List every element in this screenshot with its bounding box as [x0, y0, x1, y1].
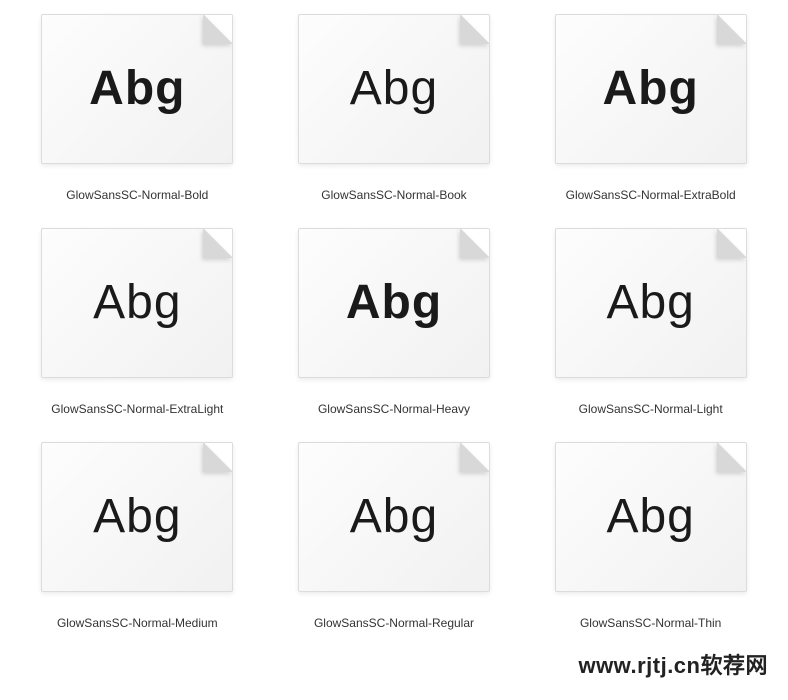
font-preview-text: Abg	[606, 493, 694, 541]
font-label: GlowSansSC-Normal-Regular	[314, 616, 474, 644]
font-item[interactable]: Abg GlowSansSC-Normal-Regular	[291, 442, 498, 644]
font-label: GlowSansSC-Normal-Medium	[57, 616, 218, 644]
font-thumbnail: Abg	[555, 228, 747, 378]
page-fold-icon	[717, 442, 747, 472]
font-label: GlowSansSC-Normal-Light	[579, 402, 723, 430]
font-label: GlowSansSC-Normal-Bold	[66, 188, 208, 216]
font-item[interactable]: Abg GlowSansSC-Normal-ExtraBold	[547, 14, 754, 216]
page-fold-icon	[203, 442, 233, 472]
page-fold-icon	[717, 228, 747, 258]
font-thumbnail: Abg	[41, 442, 233, 592]
font-preview-text: Abg	[350, 493, 438, 541]
font-label: GlowSansSC-Normal-Book	[321, 188, 466, 216]
font-thumbnail: Abg	[298, 442, 490, 592]
font-thumbnail: Abg	[41, 14, 233, 164]
page-fold-icon	[460, 442, 490, 472]
font-preview-text: Abg	[93, 279, 181, 327]
font-thumbnail: Abg	[298, 228, 490, 378]
font-preview-text: Abg	[93, 493, 181, 541]
font-item[interactable]: Abg GlowSansSC-Normal-Bold	[34, 14, 241, 216]
font-label: GlowSansSC-Normal-Heavy	[318, 402, 470, 430]
font-item[interactable]: Abg GlowSansSC-Normal-Light	[547, 228, 754, 430]
font-label: GlowSansSC-Normal-ExtraBold	[566, 188, 736, 216]
page-fold-icon	[203, 228, 233, 258]
font-label: GlowSansSC-Normal-ExtraLight	[51, 402, 223, 430]
page-fold-icon	[460, 14, 490, 44]
font-thumbnail: Abg	[41, 228, 233, 378]
font-thumbnail: Abg	[555, 14, 747, 164]
font-item[interactable]: Abg GlowSansSC-Normal-Heavy	[291, 228, 498, 430]
page-fold-icon	[460, 228, 490, 258]
font-thumbnail-grid: Abg GlowSansSC-Normal-Bold Abg GlowSansS…	[0, 0, 788, 644]
font-preview-text: Abg	[346, 279, 442, 327]
font-item[interactable]: Abg GlowSansSC-Normal-Medium	[34, 442, 241, 644]
font-preview-text: Abg	[606, 279, 694, 327]
font-preview-text: Abg	[89, 65, 185, 113]
font-label: GlowSansSC-Normal-Thin	[580, 616, 721, 644]
font-item[interactable]: Abg GlowSansSC-Normal-Book	[291, 14, 498, 216]
watermark-text: www.rjtj.cn软荐网	[578, 648, 768, 680]
font-thumbnail: Abg	[555, 442, 747, 592]
font-thumbnail: Abg	[298, 14, 490, 164]
font-preview-text: Abg	[603, 65, 699, 113]
font-preview-text: Abg	[350, 65, 438, 113]
page-fold-icon	[203, 14, 233, 44]
font-item[interactable]: Abg GlowSansSC-Normal-Thin	[547, 442, 754, 644]
font-item[interactable]: Abg GlowSansSC-Normal-ExtraLight	[34, 228, 241, 430]
page-fold-icon	[717, 14, 747, 44]
